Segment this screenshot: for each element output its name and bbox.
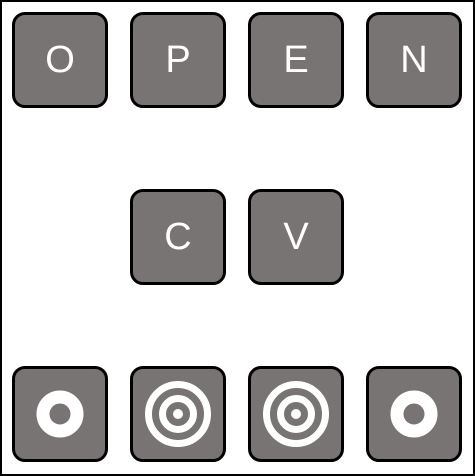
target-button-right[interactable] bbox=[248, 366, 344, 462]
target-icon bbox=[263, 381, 329, 447]
key-label: C bbox=[164, 216, 192, 258]
key-label: O bbox=[45, 39, 75, 81]
key-label: N bbox=[400, 39, 428, 81]
ring-button-right[interactable] bbox=[366, 366, 462, 462]
ring-icon bbox=[390, 390, 438, 438]
key-n[interactable]: N bbox=[366, 12, 462, 108]
key-e[interactable]: E bbox=[248, 12, 344, 108]
key-label: V bbox=[283, 216, 309, 258]
ring-button-left[interactable] bbox=[12, 366, 108, 462]
key-o[interactable]: O bbox=[12, 12, 108, 108]
key-v[interactable]: V bbox=[248, 189, 344, 285]
target-button-left[interactable] bbox=[130, 366, 226, 462]
ring-icon bbox=[36, 390, 84, 438]
key-p[interactable]: P bbox=[130, 12, 226, 108]
keypad-panel: O P E N C V bbox=[0, 0, 475, 476]
key-label: P bbox=[165, 39, 191, 81]
target-icon bbox=[145, 381, 211, 447]
key-label: E bbox=[283, 39, 309, 81]
key-c[interactable]: C bbox=[130, 189, 226, 285]
